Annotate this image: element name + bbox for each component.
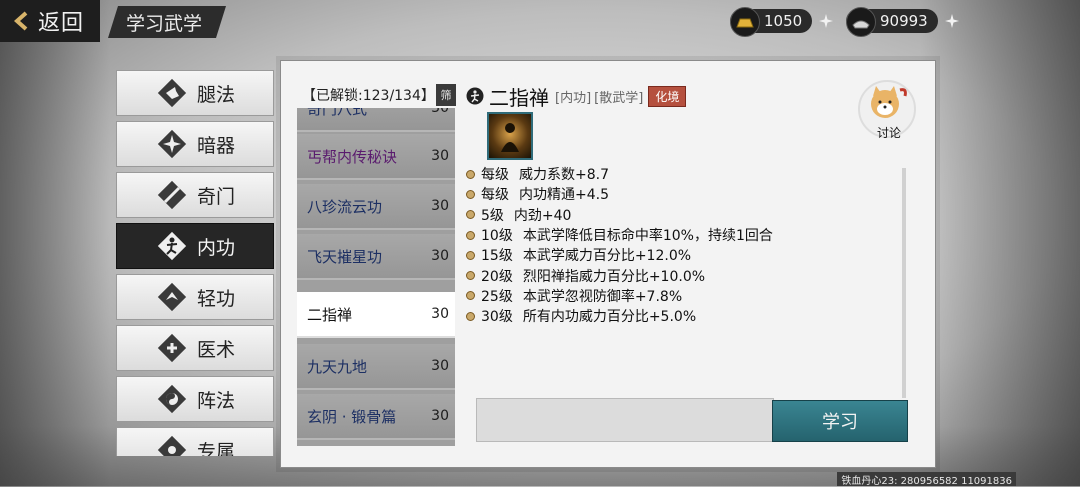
stat-row: 每级 威力系数+8.7 [466, 164, 896, 184]
stat-row: 25级 本武学忽视防御率+7.8% [466, 286, 896, 306]
stat-row: 5级 内劲+40 [466, 205, 896, 225]
skill-level: 30 [431, 358, 449, 374]
gold-amount: 1050 [764, 12, 803, 30]
ink-wash-right [920, 0, 1080, 486]
exclusive-icon [157, 435, 187, 456]
bullet-icon [466, 250, 475, 260]
chevron-left-icon [13, 11, 28, 31]
bullet-icon [466, 291, 475, 301]
skill-header: 二指禅 [内功] [散武学] 化境 [466, 84, 687, 110]
skill-portrait-icon [487, 112, 533, 160]
page-title: 学习武学 [108, 6, 226, 38]
category-tab-lightness[interactable]: 轻功 [116, 274, 274, 320]
category-label: 轻功 [197, 287, 236, 310]
skill-level: 30 [431, 148, 449, 164]
list-item-selected[interactable]: 二指禅 30 [297, 292, 455, 338]
medicine-icon [157, 333, 187, 363]
stat-row: 30级 所有内功威力百分比+5.0% [466, 306, 896, 326]
discuss-label: 讨论 [876, 126, 901, 140]
silver-ingot-icon [846, 7, 876, 37]
gold-ingot-icon [730, 7, 760, 37]
unlock-count: 【已解锁:123/134】 [302, 88, 435, 104]
stat-row: 每级 内功精通+4.5 [466, 184, 896, 204]
ink-wash-left [0, 0, 110, 486]
category-tab-exotic[interactable]: 奇门 [116, 172, 274, 218]
stat-row: 15级 本武学威力百分比+12.0% [466, 245, 896, 265]
category-label: 暗器 [197, 134, 236, 157]
shuriken-icon [157, 129, 187, 159]
back-button[interactable]: 返回 [0, 0, 100, 42]
stat-row: 10级 本武学降低目标命中率10%，持续1回合 [466, 225, 896, 245]
gold-resource: 1050 [730, 7, 834, 37]
list-item[interactable]: 飞天摧星功 30 [297, 234, 455, 280]
learn-button[interactable]: 学习 [772, 400, 908, 442]
category-label: 腿法 [197, 83, 236, 106]
category-label: 奇门 [197, 185, 236, 208]
category-tabs: 腿法 暗器 奇门 内功 轻功 医术 阵法 专属 [100, 66, 276, 456]
skill-list[interactable]: 奇门八式 30 丐帮内传秘诀 30 八珍流云功 30 飞天摧星功 30 二指禅 … [297, 108, 455, 446]
bullet-icon [466, 311, 475, 321]
category-tab-formation[interactable]: 阵法 [116, 376, 274, 422]
list-item[interactable]: 丐帮内传秘诀 30 [297, 134, 455, 180]
bullet-icon [466, 230, 475, 240]
bullet-icon [466, 210, 475, 220]
yin-yang-icon [157, 384, 187, 414]
skill-name: 八珍流云功 [307, 197, 383, 216]
detail-scrollbar[interactable] [902, 168, 906, 398]
bullet-icon [466, 189, 475, 199]
skill-level: 30 [431, 248, 449, 264]
top-bar: 返回 学习武学 1050 90993 [0, 0, 1080, 44]
skill-name: 奇门八式 [307, 108, 368, 118]
stat-row: 20级 烈阳禅指威力百分比+10.0% [466, 265, 896, 285]
kick-icon [157, 78, 187, 108]
skill-school-tag: [散武学] [594, 90, 644, 106]
category-tab-medicine[interactable]: 医术 [116, 325, 274, 371]
silver-amount: 90993 [880, 12, 928, 30]
skill-title: 二指禅 [489, 85, 549, 110]
category-tab-inner-skill[interactable]: 内功 [116, 223, 274, 269]
realm-badge: 化境 [648, 85, 687, 107]
category-label: 阵法 [197, 389, 236, 412]
list-item[interactable]: 奇门八式 30 [297, 108, 455, 132]
skill-name: 丐帮内传秘诀 [307, 147, 398, 166]
skill-name: 二指禅 [307, 305, 353, 324]
skill-name: 九天九地 [307, 357, 368, 376]
category-tab-exclusive[interactable]: 专属 [116, 427, 274, 456]
skill-stats: 每级 威力系数+8.7 每级 内功精通+4.5 5级 内劲+40 10级 本武学降低目标… [466, 164, 896, 326]
martial-pose-icon [466, 87, 484, 105]
category-label: 医术 [197, 338, 236, 361]
category-label: 专属 [197, 440, 236, 457]
filter-button[interactable]: 筛 [436, 84, 456, 106]
skill-level: 30 [431, 408, 449, 424]
shiba-dog-icon [871, 86, 907, 118]
add-gold-icon[interactable] [818, 13, 834, 29]
skill-level: 30 [431, 306, 449, 322]
flying-icon [157, 282, 187, 312]
category-tab-kick[interactable]: 腿法 [116, 70, 274, 116]
skill-level: 30 [431, 198, 449, 214]
skill-level: 30 [431, 108, 449, 116]
back-label: 返回 [38, 11, 85, 36]
staff-icon [157, 180, 187, 210]
martial-pose-icon [157, 231, 187, 261]
skill-name: 飞天摧星功 [307, 247, 383, 266]
bullet-icon [466, 271, 475, 281]
discuss-button[interactable]: 讨论 [858, 80, 916, 140]
add-silver-icon[interactable] [944, 13, 960, 29]
category-label: 内功 [197, 236, 236, 259]
bullet-icon [466, 169, 475, 179]
list-item[interactable]: 玄阴 · 锻骨篇 30 [297, 394, 455, 440]
skill-type-tag: [内功] [555, 90, 592, 106]
player-id-footer: 铁血丹心23: 280956582 11091836 [837, 472, 1016, 487]
category-tab-hidden-weapon[interactable]: 暗器 [116, 121, 274, 167]
learn-info-area [476, 398, 774, 442]
list-item[interactable]: 九天九地 30 [297, 344, 455, 390]
silver-resource: 90993 [846, 7, 960, 37]
list-item[interactable]: 八珍流云功 30 [297, 184, 455, 230]
skill-name: 玄阴 · 锻骨篇 [307, 407, 397, 426]
